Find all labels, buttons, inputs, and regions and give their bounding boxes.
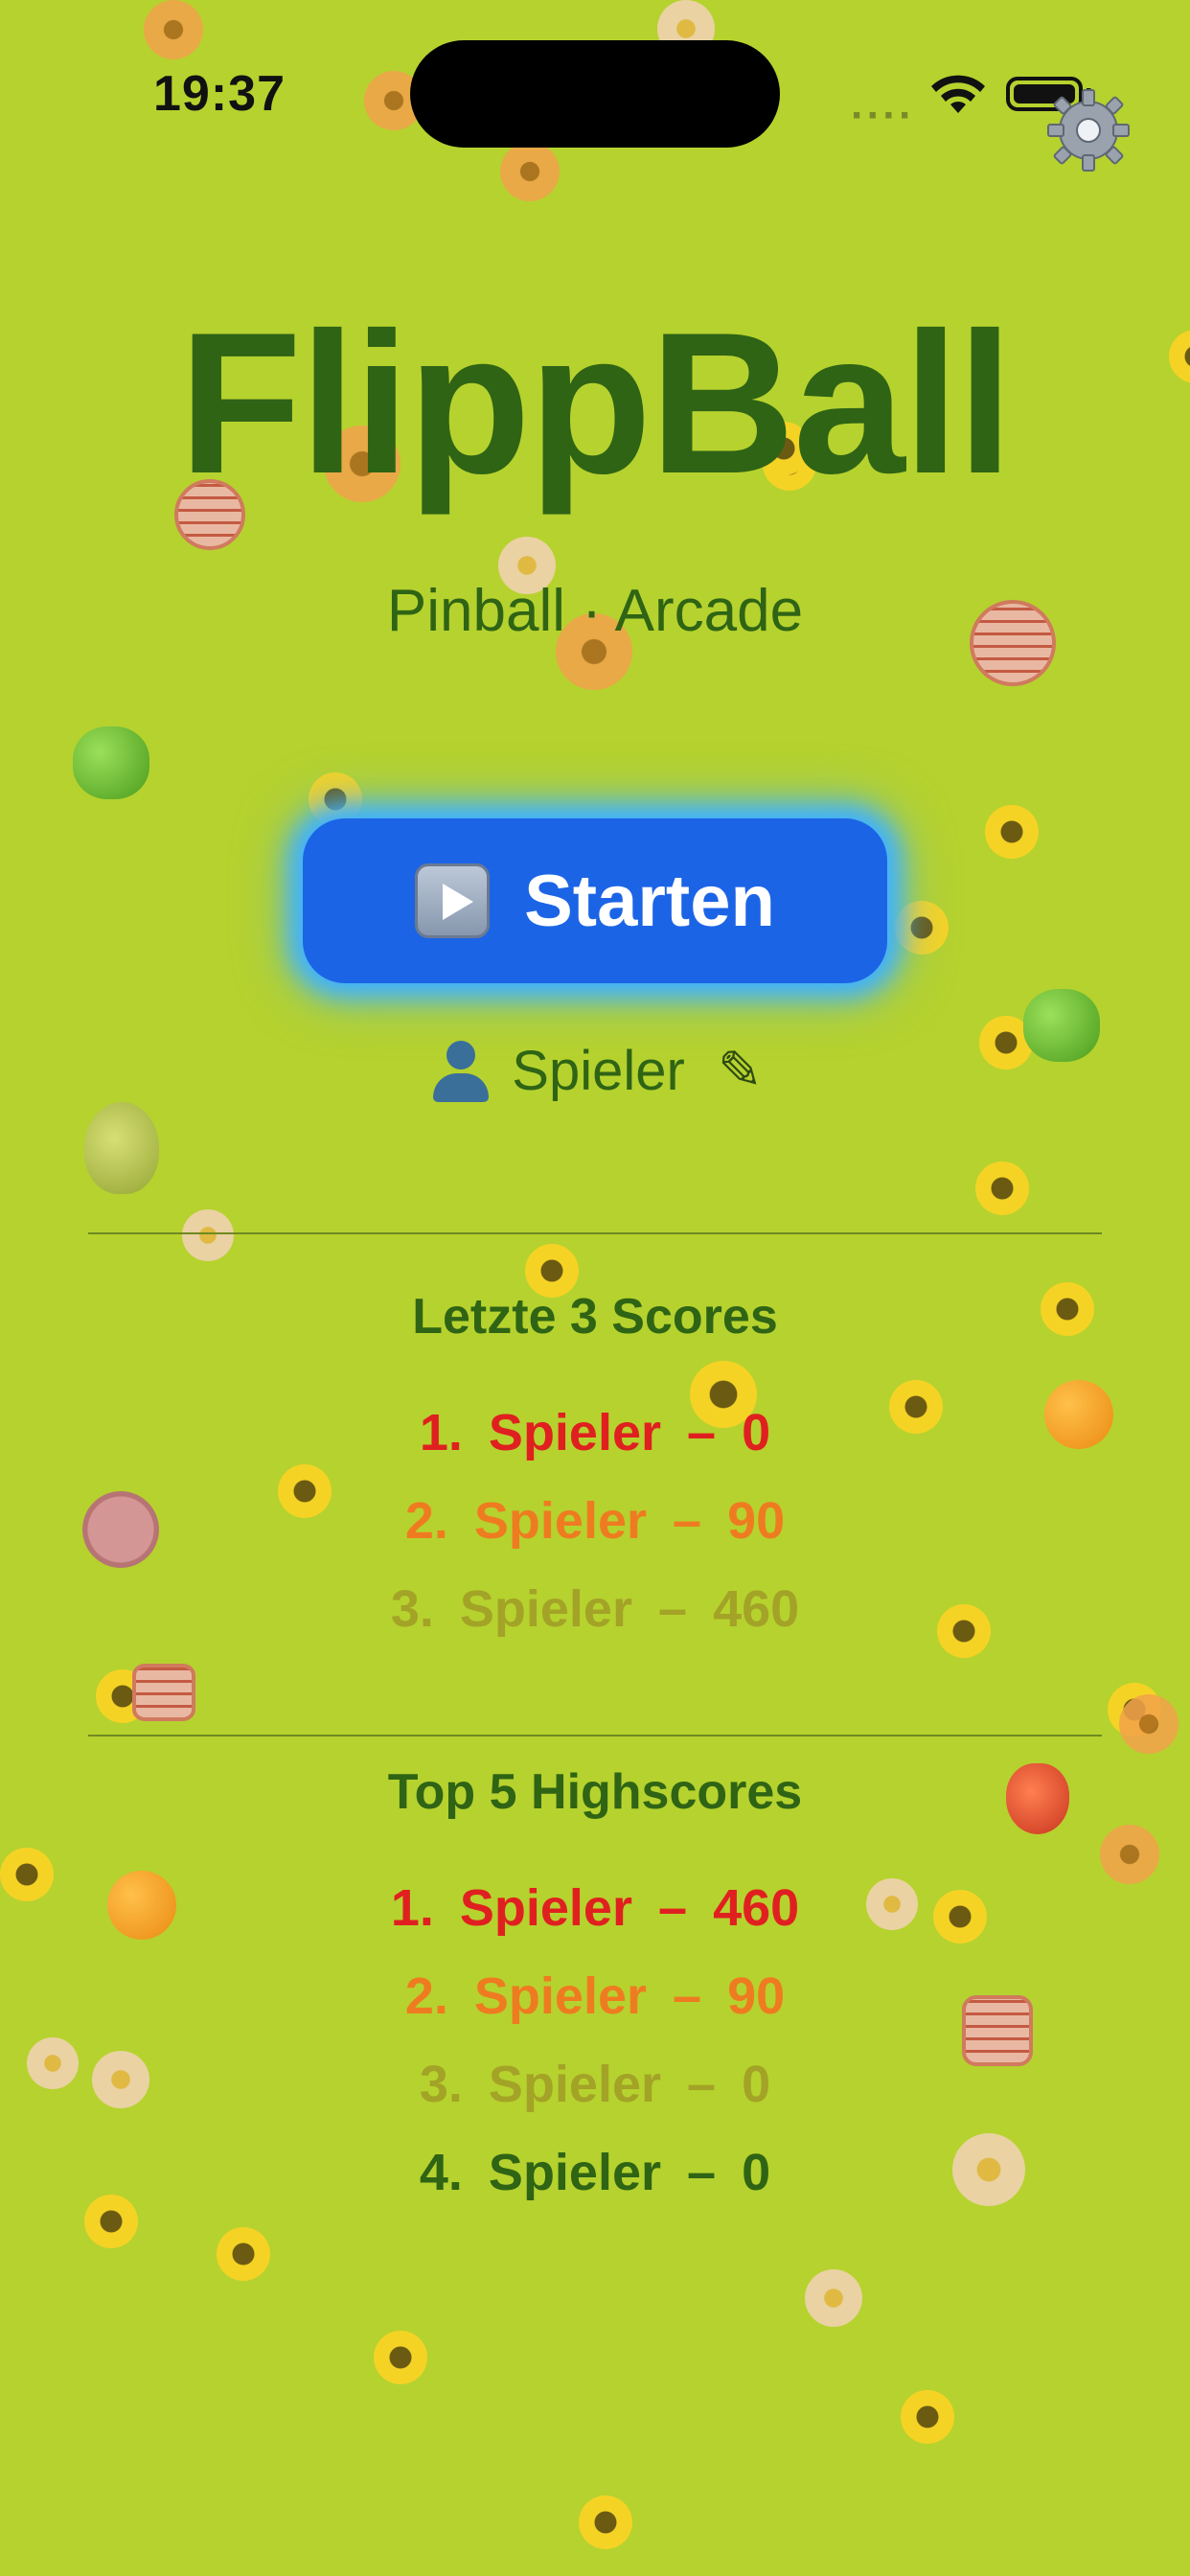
sunflower-icon	[901, 2390, 954, 2444]
sunflower-icon	[579, 2496, 632, 2549]
brick-block-icon	[132, 1664, 195, 1721]
play-icon	[415, 863, 491, 938]
apple-icon	[73, 726, 149, 799]
highscore-row: 2. Spieler – 90	[404, 1967, 786, 2025]
sunflower-icon	[985, 805, 1039, 859]
sunflower-icon	[217, 2227, 270, 2281]
sunflower-icon	[895, 901, 949, 954]
highscore-row: 1. Spieler – 460	[390, 1879, 800, 1937]
hibiscus-icon	[1119, 1694, 1179, 1754]
divider	[88, 1232, 1102, 1234]
blossom-icon	[805, 2269, 862, 2327]
start-button[interactable]: Starten	[303, 818, 887, 983]
sunflower-icon	[84, 2195, 138, 2248]
status-time: 19:37	[153, 66, 286, 122]
divider	[88, 1735, 1102, 1736]
hibiscus-icon	[1100, 1825, 1159, 1884]
blossom-icon	[182, 1209, 234, 1261]
recent-scores-title: Letzte 3 Scores	[412, 1289, 778, 1345]
sunflower-icon	[374, 2331, 427, 2384]
sunflower-icon	[975, 1162, 1029, 1215]
app-subtitle: Pinball · Arcade	[386, 578, 804, 644]
app-title: FlippBall	[178, 290, 1014, 516]
signal-dots: ····	[851, 92, 915, 139]
recent-score-row: 1. Spieler – 0	[419, 1404, 771, 1461]
dynamic-island	[410, 40, 780, 148]
player-name-row[interactable]: Spieler ✎	[0, 1037, 1190, 1104]
start-button-label: Starten	[524, 860, 775, 942]
recent-score-row: 3. Spieler – 460	[390, 1580, 800, 1638]
highscore-row: 3. Spieler – 0	[419, 2056, 771, 2113]
hibiscus-icon	[144, 0, 203, 59]
player-name: Spieler	[512, 1039, 685, 1102]
highscores-title: Top 5 Highscores	[387, 1764, 803, 1820]
settings-gear-icon[interactable]	[1044, 86, 1133, 174]
pencil-icon[interactable]: ✎	[718, 1039, 763, 1102]
hibiscus-icon	[500, 142, 560, 201]
pear-icon	[84, 1102, 159, 1194]
highscore-row: 4. Spieler – 0	[419, 2144, 771, 2201]
avatar-icon	[427, 1037, 494, 1104]
wifi-icon	[931, 75, 985, 113]
recent-score-row: 2. Spieler – 90	[404, 1492, 786, 1550]
